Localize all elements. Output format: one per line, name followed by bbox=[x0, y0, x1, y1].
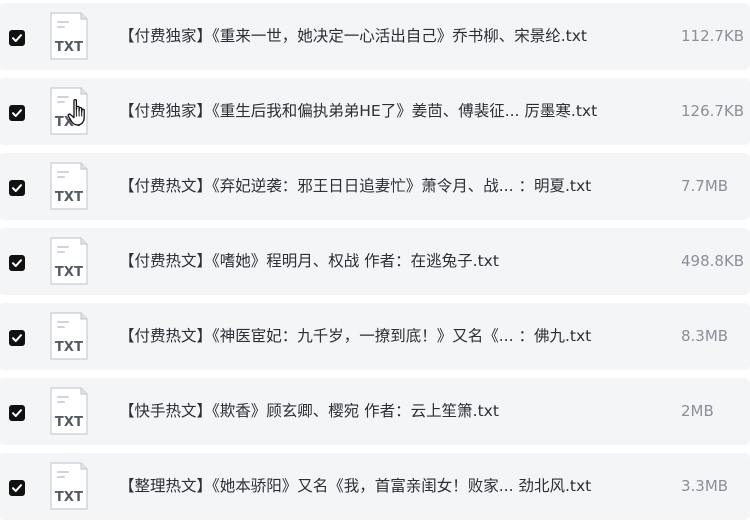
txt-file-icon: TXT bbox=[50, 462, 88, 510]
checkmark-icon bbox=[12, 184, 22, 192]
file-type-label: TXT bbox=[54, 115, 84, 130]
txt-file-icon: TXT bbox=[50, 237, 88, 285]
checkmark-icon bbox=[12, 259, 22, 267]
checkmark-icon bbox=[12, 109, 22, 117]
file-name[interactable]: 【付费独家】《重生后我和偏执弟弟HE了》姜茴、傅裴征... 厉墨寒.txt bbox=[119, 78, 659, 145]
file-checkbox[interactable] bbox=[9, 255, 25, 271]
file-row[interactable]: TXT 【整理热文】《她本骄阳》又名《我，首富亲闺女！败家... 劲北风.txt… bbox=[0, 453, 750, 520]
file-row[interactable]: TXT 【快手热文】《欺香》顾玄卿、樱宛 作者：云上笙箫.txt 2MB bbox=[0, 378, 750, 445]
file-type-label: TXT bbox=[54, 340, 84, 355]
txt-file-icon: TXT bbox=[50, 162, 88, 210]
file-type-label: TXT bbox=[54, 190, 84, 205]
file-row[interactable]: TXT 【付费独家】《重生后我和偏执弟弟HE了》姜茴、傅裴征... 厉墨寒.tx… bbox=[0, 78, 750, 145]
file-name[interactable]: 【快手热文】《欺香》顾玄卿、樱宛 作者：云上笙箫.txt bbox=[119, 378, 659, 445]
file-name[interactable]: 【付费热文】《弃妃逆袭：邪王日日追妻忙》萧令月、战... ：明夏.txt bbox=[119, 153, 659, 220]
file-size: 2MB bbox=[681, 402, 714, 420]
file-type-label: TXT bbox=[54, 265, 84, 280]
checkmark-icon bbox=[12, 334, 22, 342]
file-checkbox[interactable] bbox=[9, 405, 25, 421]
file-checkbox[interactable] bbox=[9, 30, 25, 46]
file-row[interactable]: TXT 【付费热文】《神医宦妃：九千岁，一撩到底！》又名《... ：佛九.txt… bbox=[0, 303, 750, 370]
file-row[interactable]: TXT 【付费独家】《重来一世，她决定一心活出自己》乔书柳、宋景纶.txt 11… bbox=[0, 3, 750, 70]
file-type-label: TXT bbox=[54, 415, 84, 430]
file-name[interactable]: 【付费热文】《嗜她》程明月、权战 作者：在逃兔子.txt bbox=[119, 228, 659, 295]
file-name[interactable]: 【整理热文】《她本骄阳》又名《我，首富亲闺女！败家... 劲北风.txt bbox=[119, 453, 659, 520]
file-checkbox[interactable] bbox=[9, 105, 25, 121]
file-size: 3.3MB bbox=[681, 477, 729, 495]
file-checkbox[interactable] bbox=[9, 480, 25, 496]
file-size: 8.3MB bbox=[681, 327, 729, 345]
file-list: TXT 【付费独家】《重来一世，她决定一心活出自己》乔书柳、宋景纶.txt 11… bbox=[0, 3, 750, 528]
file-size: 7.7MB bbox=[681, 177, 729, 195]
file-type-label: TXT bbox=[54, 40, 84, 55]
file-row[interactable]: TXT 【付费热文】《弃妃逆袭：邪王日日追妻忙》萧令月、战... ：明夏.txt… bbox=[0, 153, 750, 220]
checkmark-icon bbox=[12, 34, 22, 42]
file-size: 126.7KB bbox=[681, 102, 745, 120]
checkmark-icon bbox=[12, 484, 22, 492]
txt-file-icon: TXT bbox=[50, 387, 88, 435]
file-name[interactable]: 【付费独家】《重来一世，她决定一心活出自己》乔书柳、宋景纶.txt bbox=[119, 3, 659, 70]
file-name[interactable]: 【付费热文】《神医宦妃：九千岁，一撩到底！》又名《... ：佛九.txt bbox=[119, 303, 659, 370]
txt-file-icon: TXT bbox=[50, 312, 88, 360]
checkmark-icon bbox=[12, 409, 22, 417]
file-row[interactable]: TXT 【付费热文】《嗜她》程明月、权战 作者：在逃兔子.txt 498.8KB bbox=[0, 228, 750, 295]
file-checkbox[interactable] bbox=[9, 330, 25, 346]
txt-file-icon: TXT bbox=[50, 87, 88, 135]
file-size: 112.7KB bbox=[681, 27, 745, 45]
txt-file-icon: TXT bbox=[50, 12, 88, 60]
file-checkbox[interactable] bbox=[9, 180, 25, 196]
file-type-label: TXT bbox=[54, 490, 84, 505]
file-size: 498.8KB bbox=[681, 252, 745, 270]
